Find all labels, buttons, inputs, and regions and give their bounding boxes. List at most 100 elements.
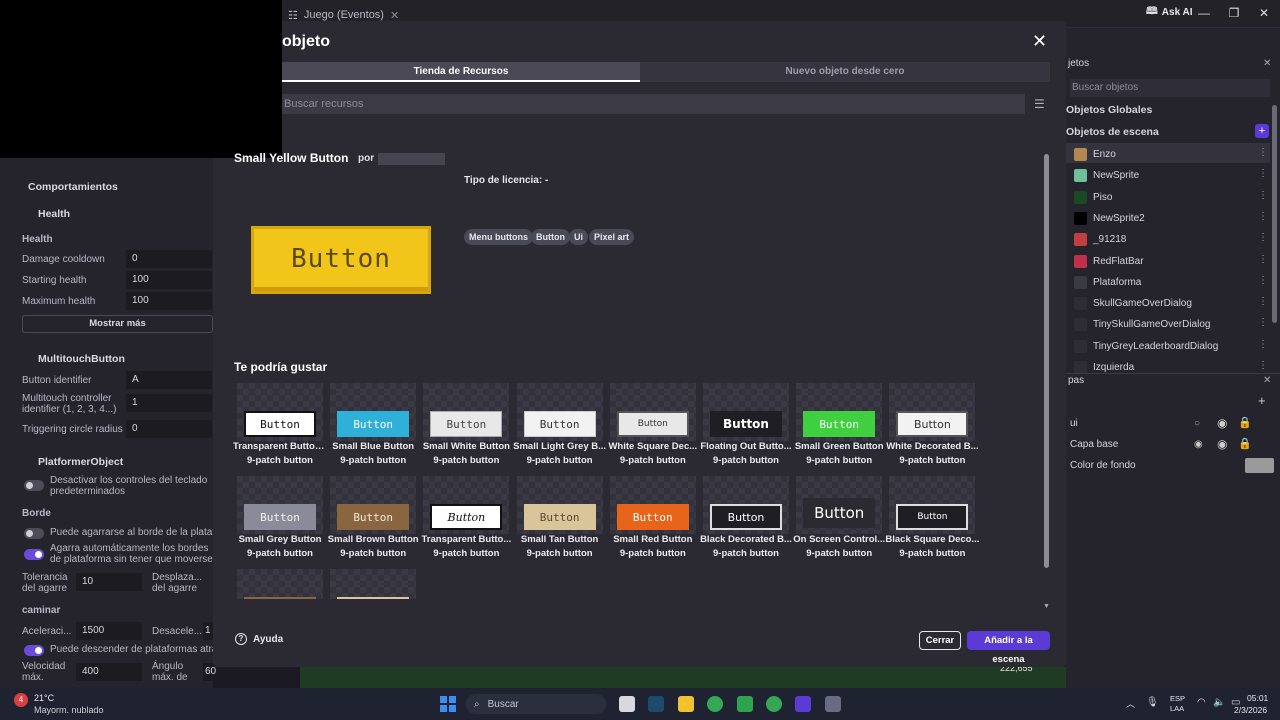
start-icon[interactable] <box>440 696 456 712</box>
starting-health-input[interactable]: 100 <box>126 271 212 289</box>
tab-resource-store[interactable]: Tienda de Recursos <box>282 62 640 82</box>
disable-keyboard-toggle[interactable] <box>24 480 44 491</box>
more-options-icon[interactable]: ⋮ <box>1258 360 1268 371</box>
scroll-down-icon[interactable]: ▼ <box>1043 603 1050 610</box>
author-name[interactable] <box>378 153 445 165</box>
object-item[interactable]: Piso <box>1074 187 1270 207</box>
suggestion-card[interactable]: Button Small Green Button 9-patch button <box>795 383 884 467</box>
snipping-icon[interactable] <box>825 696 841 712</box>
object-item[interactable]: NewSprite <box>1074 165 1270 185</box>
language-secondary[interactable]: LAA <box>1170 704 1184 713</box>
gdevelop-icon[interactable] <box>795 696 811 712</box>
maximum-health-input[interactable]: 100 <box>126 292 212 310</box>
object-item[interactable]: NewSprite2 <box>1074 208 1270 228</box>
max-speed-input[interactable]: 400 <box>76 663 142 681</box>
suggestion-card[interactable]: Button Transparent Butto... 9-patch button <box>422 476 511 560</box>
multitouch-section[interactable]: MultitouchButton <box>38 353 125 365</box>
suggestion-card[interactable]: Button Small Brown Button 9-patch button <box>328 476 419 560</box>
minimize-icon[interactable]: — <box>1194 3 1214 23</box>
suggestion-card[interactable]: Button White Square Dec... 9-patch button <box>608 383 697 467</box>
object-item[interactable]: _91218 <box>1074 229 1270 249</box>
tag-button[interactable]: Button <box>531 229 570 245</box>
acceleration-input[interactable]: 1500 <box>76 622 142 640</box>
suggestion-card[interactable]: Button Small Grey Button 9-patch button <box>237 476 323 560</box>
button-identifier-input[interactable]: A <box>126 371 212 389</box>
deceleration-input[interactable]: 1 <box>203 622 213 640</box>
platformer-section[interactable]: PlatformerObject <box>38 456 123 468</box>
suggestion-card[interactable]: Button <box>237 569 323 599</box>
object-item[interactable]: Enzo <box>1074 144 1270 164</box>
weather-desc[interactable]: Mayorm. nublado <box>34 705 104 715</box>
suggestion-card[interactable]: Button Black Decorated B... 9-patch button <box>700 476 792 560</box>
suggestion-card[interactable]: Button White Decorated B... 9-patch button <box>886 383 979 467</box>
window-close-icon[interactable]: ✕ <box>1254 3 1274 23</box>
more-options-icon[interactable]: ⋮ <box>1258 168 1268 179</box>
chevron-up-icon[interactable]: ︿ <box>1126 697 1135 710</box>
suggestion-card[interactable]: Button Transparent Button... 9-patch butto… <box>233 383 327 467</box>
lock-icon[interactable]: 🔒 <box>1238 416 1252 429</box>
layer-background-color[interactable]: Color de fondo <box>1070 460 1136 471</box>
help-link[interactable]: ? Ayuda <box>235 633 283 645</box>
folder-icon[interactable] <box>678 696 694 712</box>
multitouch-controller-input[interactable]: 1 <box>126 394 212 412</box>
layer-ui[interactable]: ui <box>1070 418 1078 429</box>
eye-icon[interactable]: ◉ <box>1217 437 1227 451</box>
more-options-icon[interactable]: ⋮ <box>1258 339 1268 350</box>
lock-icon[interactable]: 🔒 <box>1238 437 1252 450</box>
android-icon[interactable] <box>737 696 753 712</box>
add-to-scene-button[interactable]: Añadir a la escena <box>967 631 1050 665</box>
suggestion-card[interactable]: BUTTON <box>330 569 417 599</box>
clock-date[interactable]: 2/3/2026 <box>1234 705 1267 715</box>
max-angle-input[interactable]: 60 <box>203 663 216 681</box>
show-more-button[interactable]: Mostrar más <box>22 315 213 333</box>
clock-time[interactable]: 05:01 <box>1247 693 1268 703</box>
objects-search-input[interactable]: Buscar objetos <box>1070 79 1270 97</box>
descend-toggle[interactable] <box>24 645 44 656</box>
steam-icon[interactable] <box>648 696 664 712</box>
more-options-icon[interactable]: ⋮ <box>1258 275 1268 286</box>
tag-menu-buttons[interactable]: Menu buttons <box>464 229 533 245</box>
object-item[interactable]: Plataforma <box>1074 272 1270 292</box>
objects-scrollbar[interactable] <box>1272 105 1277 323</box>
more-options-icon[interactable]: ⋮ <box>1258 254 1268 265</box>
close-tab-icon[interactable]: ✕ <box>390 9 399 22</box>
language-primary[interactable]: ESP <box>1170 694 1185 703</box>
suggestion-card[interactable]: Button Black Square Deco... 9-patch button <box>885 476 979 560</box>
tab-new-object[interactable]: Nuevo objeto desde cero <box>640 62 1050 82</box>
tag-ui[interactable]: Ui <box>569 229 588 245</box>
damage-cooldown-input[interactable]: 0 <box>126 250 212 268</box>
cancel-button[interactable]: Cerrar <box>919 631 961 650</box>
suggestion-card[interactable]: Button Small Red Button 9-patch button <box>609 476 696 560</box>
volume-icon[interactable]: 🔈 <box>1213 697 1225 708</box>
ask-ai-button[interactable]: 🕮 Ask AI <box>1146 4 1193 21</box>
auto-grab-toggle[interactable] <box>24 549 44 560</box>
radio-icon[interactable]: ○ <box>1194 418 1200 429</box>
more-options-icon[interactable]: ⋮ <box>1258 211 1268 222</box>
global-objects-title[interactable]: Objetos Globales <box>1066 104 1152 116</box>
resource-search-input[interactable]: Buscar recursos <box>282 94 1025 114</box>
tag-pixel-art[interactable]: Pixel art <box>589 229 635 245</box>
close-icon[interactable]: ✕ <box>1032 32 1047 50</box>
weather-temp[interactable]: 21°C <box>34 693 54 703</box>
add-object-icon[interactable]: + <box>1255 124 1269 138</box>
taskbar-search[interactable]: ⌕ Buscar <box>466 694 606 714</box>
chrome-icon[interactable] <box>707 696 723 712</box>
suggestion-card[interactable]: Button Floating Out Butto... 9-patch butto… <box>700 383 792 467</box>
more-options-icon[interactable]: ⋮ <box>1258 147 1268 158</box>
object-item[interactable]: SkullGameOverDialog <box>1074 293 1270 313</box>
suggestion-card[interactable]: Button Small Tan Button 9-patch button <box>516 476 603 560</box>
dialog-scrollbar[interactable] <box>1044 154 1049 568</box>
add-layer-icon[interactable]: + <box>1258 393 1266 408</box>
object-item[interactable]: TinyGreyLeaderboardDialog <box>1074 336 1270 356</box>
eye-icon[interactable]: ◉ <box>1217 416 1227 430</box>
more-options-icon[interactable]: ⋮ <box>1258 190 1268 201</box>
chrome-profile-icon[interactable] <box>766 696 782 712</box>
filter-icon[interactable]: ☰ <box>1034 97 1045 111</box>
panel-close-icon[interactable]: ✕ <box>1263 58 1271 69</box>
background-color-swatch[interactable] <box>1245 458 1274 473</box>
file-icon[interactable] <box>619 696 635 712</box>
more-options-icon[interactable]: ⋮ <box>1258 296 1268 307</box>
object-item[interactable]: TinySkullGameOverDialog <box>1074 314 1270 334</box>
radio-selected-icon[interactable]: ◉ <box>1194 439 1203 450</box>
grab-ledge-toggle[interactable] <box>24 528 44 539</box>
